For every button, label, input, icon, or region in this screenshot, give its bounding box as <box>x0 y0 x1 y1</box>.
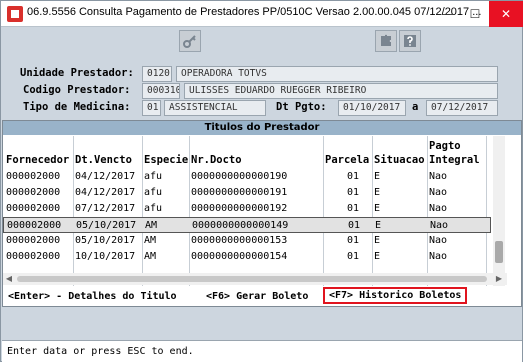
titulos-panel: Titulos do Prestador Fornecedor Dt.Venct… <box>2 120 522 307</box>
status-bar: Enter data or press ESC to end. <box>2 340 522 362</box>
horizontal-scrollbar[interactable]: ◀ ▶ <box>3 273 507 285</box>
cell-especie: AM <box>144 251 157 262</box>
vertical-scroll-thumb[interactable] <box>495 241 503 263</box>
col-header-situacao[interactable]: Situacao <box>374 154 425 166</box>
gerar-boleto-command[interactable]: <F6> Gerar Boleto <box>206 291 308 302</box>
cell-fornecedor: 000002000 <box>6 171 61 182</box>
cell-situacao: E <box>374 235 381 246</box>
cell-parcela: 01 <box>348 220 361 231</box>
codigo-label: Codigo Prestador: <box>23 84 131 96</box>
cell-pagto: Nao <box>429 171 448 182</box>
codigo-code-field[interactable]: 00031049 <box>142 83 180 99</box>
horizontal-scroll-thumb[interactable] <box>17 276 487 282</box>
status-message: Enter data or press ESC to end. <box>7 346 194 357</box>
dt-pgto-separator: a <box>412 101 419 113</box>
cell-fornecedor: 000002000 <box>6 187 61 198</box>
cell-pagto: Nao <box>429 187 448 198</box>
cell-situacao: E <box>374 187 381 198</box>
cell-pagto: Nao <box>429 235 448 246</box>
table-row[interactable]: 000002000 04/12/2017 afu 0000000000000191 01… <box>3 185 491 201</box>
details-command[interactable]: <Enter> - Detalhes do Titulo <box>8 291 177 302</box>
cell-dtvencto: 07/12/2017 <box>75 203 136 214</box>
table-row[interactable]: 000002000 05/10/2017 AM 0000000000000153 01 E… <box>3 233 491 249</box>
cell-pagto: Nao <box>429 251 448 262</box>
cell-especie: afu <box>144 187 163 198</box>
cell-dtvencto: 05/10/2017 <box>75 235 136 246</box>
cell-especie: afu <box>144 171 163 182</box>
scroll-left-icon[interactable]: ◀ <box>3 273 15 285</box>
scroll-right-icon[interactable]: ▶ <box>493 273 505 285</box>
cell-parcela: 01 <box>347 187 360 198</box>
separator-band <box>2 313 522 339</box>
col-header-pagto[interactable]: Pagto <box>429 140 461 152</box>
cell-especie: afu <box>144 203 163 214</box>
col-header-fornecedor[interactable]: Fornecedor <box>6 154 69 166</box>
cell-pagto: Nao <box>430 220 449 231</box>
unidade-code-field[interactable]: 0120 <box>142 66 172 82</box>
app-window: 06.9.5556 Consulta Pagamento de Prestado… <box>0 0 523 362</box>
cell-nrdocto: 0000000000000149 <box>192 220 289 231</box>
title-bar: 06.9.5556 Consulta Pagamento de Prestado… <box>1 1 523 27</box>
col-header-dtvencto[interactable]: Dt.Vencto <box>75 154 132 166</box>
cell-dtvencto: 05/10/2017 <box>76 220 137 231</box>
help-icon[interactable] <box>399 30 421 52</box>
cell-fornecedor: 000002000 <box>7 220 62 231</box>
cell-dtvencto: 10/10/2017 <box>75 251 136 262</box>
table-row[interactable]: 000002000 04/12/2017 afu 0000000000000190 01… <box>3 169 491 185</box>
toolbar <box>9 29 516 59</box>
cell-nrdocto: 0000000000000190 <box>191 171 288 182</box>
cell-fornecedor: 000002000 <box>6 203 61 214</box>
historico-boletos-command[interactable]: <F7> Historico Boletos <box>323 287 468 304</box>
cell-situacao: E <box>375 220 382 231</box>
tipo-medicina-name-field[interactable]: ASSISTENCIAL <box>164 100 266 116</box>
cell-parcela: 01 <box>347 251 360 262</box>
search-form: Unidade Prestador: 0120 OPERADORA TOTVS … <box>1 61 523 117</box>
cell-nrdocto: 0000000000000153 <box>191 235 288 246</box>
window-title: 06.9.5556 Consulta Pagamento de Prestado… <box>27 6 482 18</box>
command-bar: <Enter> - Detalhes do Titulo <F6> Gerar … <box>3 287 521 306</box>
cell-situacao: E <box>374 251 381 262</box>
cell-nrdocto: 0000000000000191 <box>191 187 288 198</box>
cell-dtvencto: 04/12/2017 <box>75 171 136 182</box>
tipo-medicina-label: Tipo de Medicina: <box>23 101 131 113</box>
col-header-nrdocto[interactable]: Nr.Docto <box>191 154 242 166</box>
cell-nrdocto: 0000000000000192 <box>191 203 288 214</box>
cell-parcela: 01 <box>347 203 360 214</box>
unidade-name-field[interactable]: OPERADORA TOTVS <box>176 66 498 82</box>
cell-situacao: E <box>374 203 381 214</box>
codigo-name-field[interactable]: ULISSES EDUARDO RUEGGER RIBEIRO <box>184 83 498 99</box>
close-button[interactable]: ✕ <box>489 1 523 27</box>
dt-pgto-to-field[interactable]: 07/12/2017 <box>426 100 498 116</box>
col-header-integral[interactable]: Integral <box>429 154 480 166</box>
col-header-especie[interactable]: Especie <box>144 154 188 166</box>
panel-title: Titulos do Prestador <box>3 121 521 135</box>
maximize-button[interactable]: ☐ <box>461 1 489 27</box>
titulos-grid: Fornecedor Dt.Vencto Especie Nr.Docto Pa… <box>3 136 508 286</box>
cell-parcela: 01 <box>347 235 360 246</box>
table-row[interactable]: 000002000 05/10/2017 AM 0000000000000149 01 E… <box>3 217 491 233</box>
key-icon[interactable] <box>179 30 201 52</box>
col-header-parcela[interactable]: Parcela <box>325 154 369 166</box>
dt-pgto-label: Dt Pgto: <box>276 101 327 113</box>
unidade-label: Unidade Prestador: <box>20 67 134 79</box>
minimize-button[interactable]: — <box>433 1 461 27</box>
cell-dtvencto: 04/12/2017 <box>75 187 136 198</box>
vertical-scrollbar[interactable] <box>493 136 505 286</box>
cell-especie: AM <box>145 220 158 231</box>
table-row[interactable]: 000002000 10/10/2017 AM 0000000000000154 01 E… <box>3 249 491 265</box>
cell-pagto: Nao <box>429 203 448 214</box>
cell-parcela: 01 <box>347 171 360 182</box>
app-icon <box>7 6 23 22</box>
cell-fornecedor: 000002000 <box>6 251 61 262</box>
cell-fornecedor: 000002000 <box>6 235 61 246</box>
cell-situacao: E <box>374 171 381 182</box>
tipo-medicina-code-field[interactable]: 01 <box>142 100 161 116</box>
puzzle-icon[interactable] <box>375 30 397 52</box>
table-row[interactable]: 000002000 07/12/2017 afu 0000000000000192 01… <box>3 201 491 217</box>
dt-pgto-from-field[interactable]: 01/10/2017 <box>338 100 406 116</box>
cell-nrdocto: 0000000000000154 <box>191 251 288 262</box>
cell-especie: AM <box>144 235 157 246</box>
